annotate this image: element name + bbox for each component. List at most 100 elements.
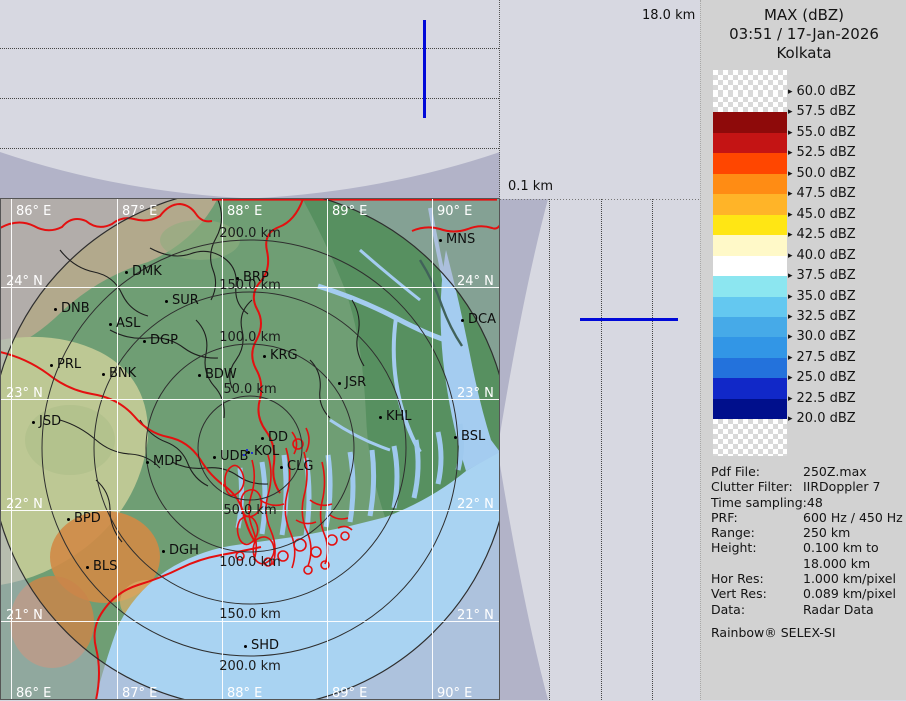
metadata-value: 600 Hz / 450 Hz <box>803 510 903 525</box>
scale-band <box>713 399 787 420</box>
range-ring-label-bottom: 50.0 km <box>205 503 295 518</box>
city-marker-dmk <box>125 271 128 274</box>
city-marker-bsl <box>454 436 457 439</box>
product-title: MAX (dBZ) <box>701 6 906 25</box>
scale-band-above-max <box>713 70 787 93</box>
metadata-row: Time sampling:48 <box>711 495 905 510</box>
software-brand: Rainbow® SELEX-SI <box>711 625 905 640</box>
city-label-mns: MNS <box>446 232 475 247</box>
scale-tick-label: ▸37.5 dBZ <box>788 268 856 283</box>
metadata-row: Vert Res:0.089 km/pixel <box>711 586 905 601</box>
range-ring-label-top: 50.0 km <box>205 382 295 397</box>
scale-band <box>713 133 787 154</box>
metadata-value: 0.089 km/pixel <box>803 586 896 601</box>
metadata-value: 250 km <box>803 525 850 540</box>
city-marker-bnk <box>102 373 105 376</box>
latitude-label-right: 22° N <box>457 497 494 512</box>
top-height-axis-label: 18.0 km <box>642 8 695 23</box>
longitude-label-top: 90° E <box>437 204 472 219</box>
scale-tick-label: ▸55.0 dBZ <box>788 125 856 140</box>
tick-arrow-icon: ▸ <box>788 353 793 363</box>
tick-arrow-icon: ▸ <box>788 169 793 179</box>
city-label-mdp: MDP <box>153 454 182 469</box>
metadata-row: Data:Radar Data <box>711 602 905 617</box>
product-datetime: 03:51 / 17-Jan-2026 <box>701 25 906 44</box>
range-ring-label-top: 200.0 km <box>205 226 295 241</box>
scale-tick-label: ▸45.0 dBZ <box>788 207 856 222</box>
city-marker-shd <box>244 645 247 648</box>
city-marker-udb <box>213 456 216 459</box>
metadata-row: Hor Res:1.000 km/pixel <box>711 571 905 586</box>
city-label-dgp: DGP <box>150 333 178 348</box>
metadata-label: Data: <box>711 602 803 617</box>
tick-arrow-icon: ▸ <box>788 332 793 342</box>
longitude-label-bottom: 88° E <box>227 686 262 701</box>
tick-arrow-icon: ▸ <box>788 394 793 404</box>
range-ring-label-bottom: 200.0 km <box>205 659 295 674</box>
height-gridline <box>601 199 602 700</box>
product-metadata: Pdf File:250Z.maxClutter Filter:IIRDoppl… <box>711 464 905 640</box>
metadata-row: Pdf File:250Z.max <box>711 464 905 479</box>
city-marker-sur <box>165 300 168 303</box>
city-label-bsl: BSL <box>461 429 485 444</box>
scale-band <box>713 194 787 215</box>
metadata-label: Height: <box>711 540 803 555</box>
scale-tick-label: ▸40.0 dBZ <box>788 248 856 263</box>
city-label-dgh: DGH <box>169 543 199 558</box>
scale-band <box>713 256 787 277</box>
max-echo-marker-horizontal <box>580 318 678 321</box>
city-label-bnk: BNK <box>109 366 136 381</box>
scale-band <box>713 358 787 379</box>
city-marker-brp <box>236 277 239 280</box>
longitude-label-top: 89° E <box>332 204 367 219</box>
metadata-row: Clutter Filter:IIRDoppler 7 <box>711 479 905 494</box>
scale-band <box>713 92 787 113</box>
city-label-khl: KHL <box>386 409 412 424</box>
scale-tick-label: ▸35.0 dBZ <box>788 289 856 304</box>
longitude-label-top: 88° E <box>227 204 262 219</box>
city-marker-mns <box>439 239 442 242</box>
range-ring-label-bottom: 150.0 km <box>205 607 295 622</box>
scale-band <box>713 297 787 318</box>
tick-arrow-icon: ▸ <box>788 87 793 97</box>
scale-tick-label: ▸27.5 dBZ <box>788 350 856 365</box>
metadata-row: PRF:600 Hz / 450 Hz <box>711 510 905 525</box>
city-marker-mdp <box>146 461 149 464</box>
city-marker-dgh <box>162 550 165 553</box>
tick-arrow-icon: ▸ <box>788 107 793 117</box>
height-gridline <box>652 199 653 700</box>
scale-tick-label: ▸32.5 dBZ <box>788 309 856 324</box>
height-gridline <box>0 148 499 149</box>
metadata-label: Vert Res: <box>711 586 803 601</box>
tick-arrow-icon: ▸ <box>788 414 793 424</box>
longitude-label-top: 86° E <box>16 204 51 219</box>
city-label-dd: DD <box>268 430 288 445</box>
metadata-row: Height:0.100 km to <box>711 540 905 555</box>
latitude-label-right: 23° N <box>457 386 494 401</box>
city-marker-bls <box>86 566 89 569</box>
city-marker-jsd <box>32 421 35 424</box>
longitude-label-bottom: 90° E <box>437 686 472 701</box>
city-label-dmk: DMK <box>132 264 162 279</box>
city-label-bdw: BDW <box>205 367 237 382</box>
metadata-label: Pdf File: <box>711 464 803 479</box>
scale-tick-label: ▸22.5 dBZ <box>788 391 856 406</box>
metadata-value: 48 <box>807 495 823 510</box>
metadata-value: IIRDoppler 7 <box>803 479 880 494</box>
range-ring-label-top: 100.0 km <box>205 330 295 345</box>
tick-arrow-icon: ▸ <box>788 373 793 383</box>
scale-band <box>713 215 787 236</box>
city-marker-dnb <box>54 308 57 311</box>
scale-band <box>713 276 787 297</box>
metadata-value: 250Z.max <box>803 464 867 479</box>
scale-tick-label: ▸20.0 dBZ <box>788 411 856 426</box>
scale-tick-label: ▸30.0 dBZ <box>788 329 856 344</box>
city-label-dnb: DNB <box>61 301 90 316</box>
scale-band <box>713 378 787 399</box>
city-marker-khl <box>379 416 382 419</box>
city-label-dca: DCA <box>468 312 496 327</box>
legend-panel: MAX (dBZ) 03:51 / 17-Jan-2026 Kolkata ▸6… <box>700 0 906 700</box>
tick-arrow-icon: ▸ <box>788 230 793 240</box>
metadata-value: 1.000 km/pixel <box>803 571 896 586</box>
radar-site-marker <box>246 449 248 451</box>
